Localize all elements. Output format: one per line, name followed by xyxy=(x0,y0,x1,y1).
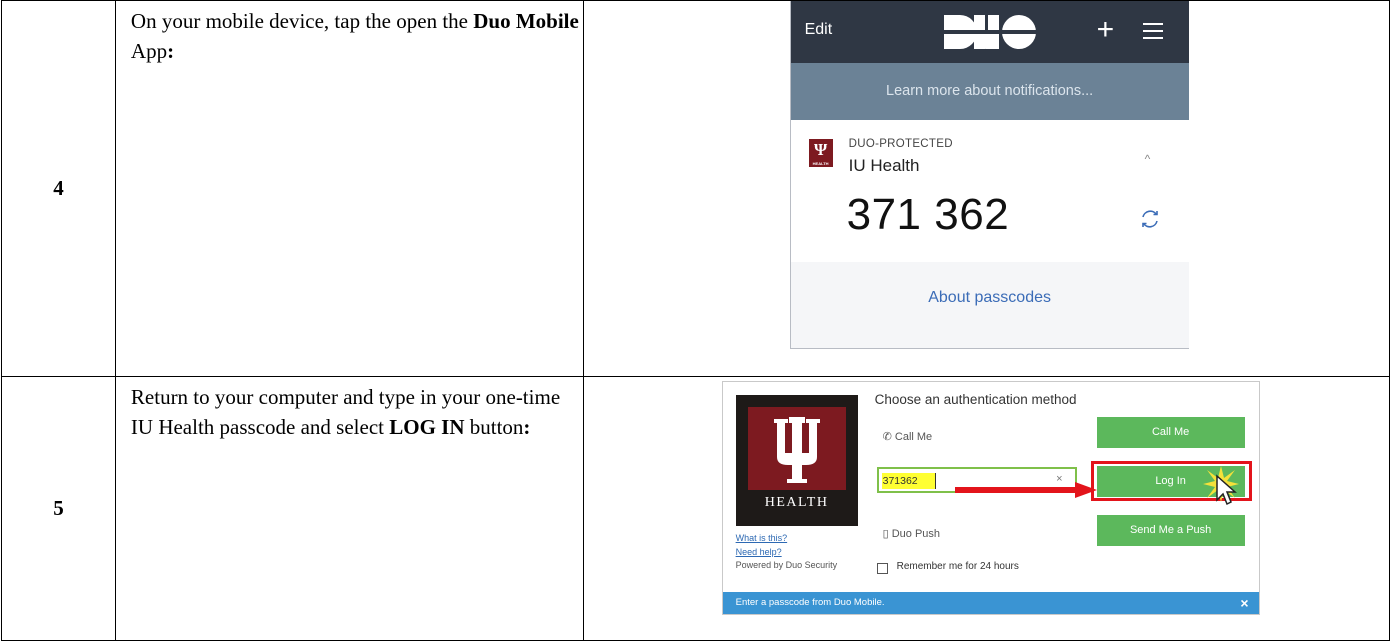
account-card[interactable]: Ψ HEALTH DUO-PROTECTED IU Health ^ 371 36… xyxy=(790,120,1189,262)
step-number: 5 xyxy=(1,376,116,641)
close-icon[interactable]: × xyxy=(1240,592,1248,614)
passcode-value: 371362 xyxy=(881,473,936,489)
refresh-icon[interactable] xyxy=(1139,208,1161,230)
step-instruction: Return to your computer and type in your… xyxy=(114,376,584,641)
duo-push-label: ▯ Duo Push xyxy=(883,527,940,540)
edit-button[interactable]: Edit xyxy=(805,21,833,39)
need-help-link[interactable]: Need help? xyxy=(736,547,782,557)
send-me-a-push-button[interactable]: Send Me a Push xyxy=(1096,515,1245,546)
notification-banner[interactable]: Learn more about notifications... xyxy=(790,63,1189,120)
remember-me-label: Remember me for 24 hours xyxy=(896,561,1019,572)
call-me-label-text: Call Me xyxy=(894,431,933,443)
passcode-display: 371 362 xyxy=(846,190,1010,239)
call-me-button[interactable]: Call Me xyxy=(1096,417,1245,448)
mouse-cursor-icon xyxy=(1215,474,1237,506)
step-screenshot: Edit + Learn more about notifications...… xyxy=(582,0,1390,377)
about-passcodes-link[interactable]: About passcodes xyxy=(791,289,1189,307)
duo-auth-prompt: HEALTH What is this? Need help? Powered … xyxy=(721,381,1260,615)
instruction-text-end: App xyxy=(130,39,168,63)
account-label: DUO-PROTECTED xyxy=(848,138,953,150)
prompt-title: Choose an authentication method xyxy=(874,392,1077,407)
add-account-icon[interactable]: + xyxy=(1097,11,1115,49)
app-header: Edit + xyxy=(790,1,1189,63)
instruction-text-end: button xyxy=(464,415,524,439)
step-instruction: On your mobile device, tap the open the … xyxy=(114,0,584,377)
call-me-label: ✆ Call Me xyxy=(883,430,933,443)
mobile-device-icon: ▯ xyxy=(882,528,889,540)
phone-icon: ✆ xyxy=(882,431,892,443)
logo-text: HEALTH xyxy=(764,495,829,510)
instruction-colon: : xyxy=(523,415,531,439)
iu-health-logo-icon: Ψ HEALTH xyxy=(808,139,833,167)
footer-message: Enter a passcode from Duo Mobile. xyxy=(735,597,885,608)
duo-logo-icon xyxy=(943,15,1036,49)
instructions-table: 4 On your mobile device, tap the open th… xyxy=(1,0,1390,641)
red-arrow-icon xyxy=(954,482,1097,498)
account-name: IU Health xyxy=(848,156,920,175)
message-bar: Enter a passcode from Duo Mobile. × xyxy=(722,592,1259,614)
step-row-5: 5 Return to your computer and type in yo… xyxy=(1,376,1390,641)
collapse-caret-icon[interactable]: ^ xyxy=(1145,152,1151,166)
instruction-text: On your mobile device, tap the open the xyxy=(130,9,474,33)
step-screenshot: HEALTH What is this? Need help? Powered … xyxy=(582,376,1390,641)
what-is-this-link[interactable]: What is this? xyxy=(736,533,788,543)
duo-push-label-text: Duo Push xyxy=(891,528,941,540)
powered-by-text: Powered by Duo Security xyxy=(735,560,838,570)
instruction-bold: LOG IN xyxy=(389,415,465,439)
instruction-bold: Duo Mobile xyxy=(473,9,579,33)
step-number: 4 xyxy=(1,0,116,377)
remember-me-checkbox[interactable] xyxy=(876,563,888,574)
duo-mobile-app: Edit + Learn more about notifications...… xyxy=(789,1,1189,349)
step-row-4: 4 On your mobile device, tap the open th… xyxy=(1,0,1390,377)
hamburger-menu-icon[interactable] xyxy=(1142,23,1163,39)
trident-icon xyxy=(773,417,820,483)
iu-health-logo: HEALTH xyxy=(735,395,858,526)
instruction-colon: : xyxy=(167,39,175,63)
